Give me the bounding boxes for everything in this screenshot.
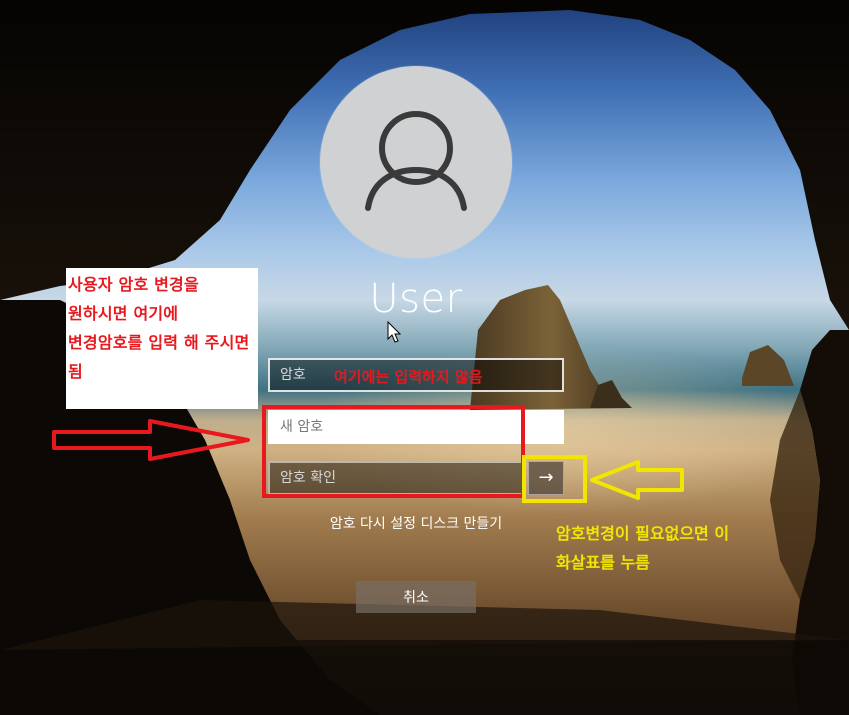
annotation-right-note: 암호변경이 필요없으면 이 화살표를 누름 bbox=[556, 524, 730, 572]
annotation-yellow-arrow-icon bbox=[590, 460, 684, 500]
annotation-arrows bbox=[52, 419, 684, 500]
lock-screen: User → 암호 다시 설정 디스크 만들기 취소 사용자 암호 변경을 원하… bbox=[0, 0, 849, 715]
annotation-red-arrow-icon bbox=[52, 419, 250, 461]
